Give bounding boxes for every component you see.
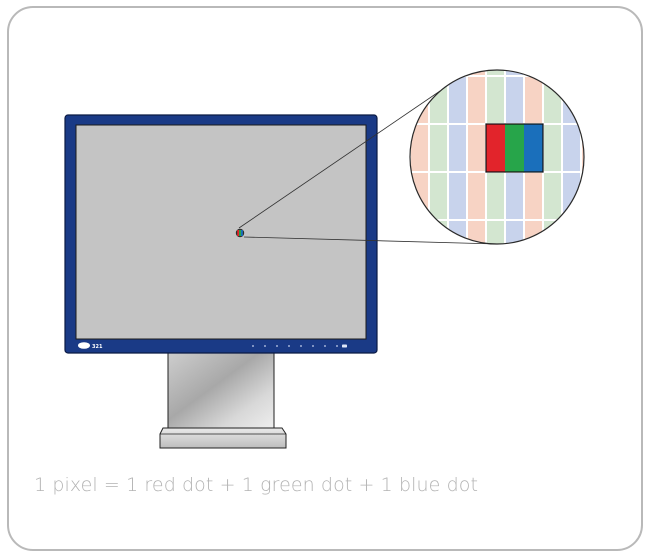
screen-pixel	[235, 228, 245, 238]
stand-base	[159, 427, 287, 449]
red-dot	[486, 124, 505, 172]
green-dot	[505, 124, 524, 172]
highlighted-pixel	[485, 123, 544, 173]
monitor: 321	[64, 114, 378, 354]
brand-logo	[78, 342, 90, 349]
blue-dot	[524, 124, 543, 172]
caption: 1 pixel = 1 red dot + 1 green dot + 1 bl…	[34, 474, 479, 496]
model-label: 321	[92, 344, 103, 350]
monitor-pixel-illustration: 321	[64, 69, 585, 449]
stand-neck	[167, 349, 275, 429]
monitor-stand	[159, 349, 287, 449]
monitor-screen	[75, 124, 367, 340]
magnifier	[409, 69, 585, 245]
